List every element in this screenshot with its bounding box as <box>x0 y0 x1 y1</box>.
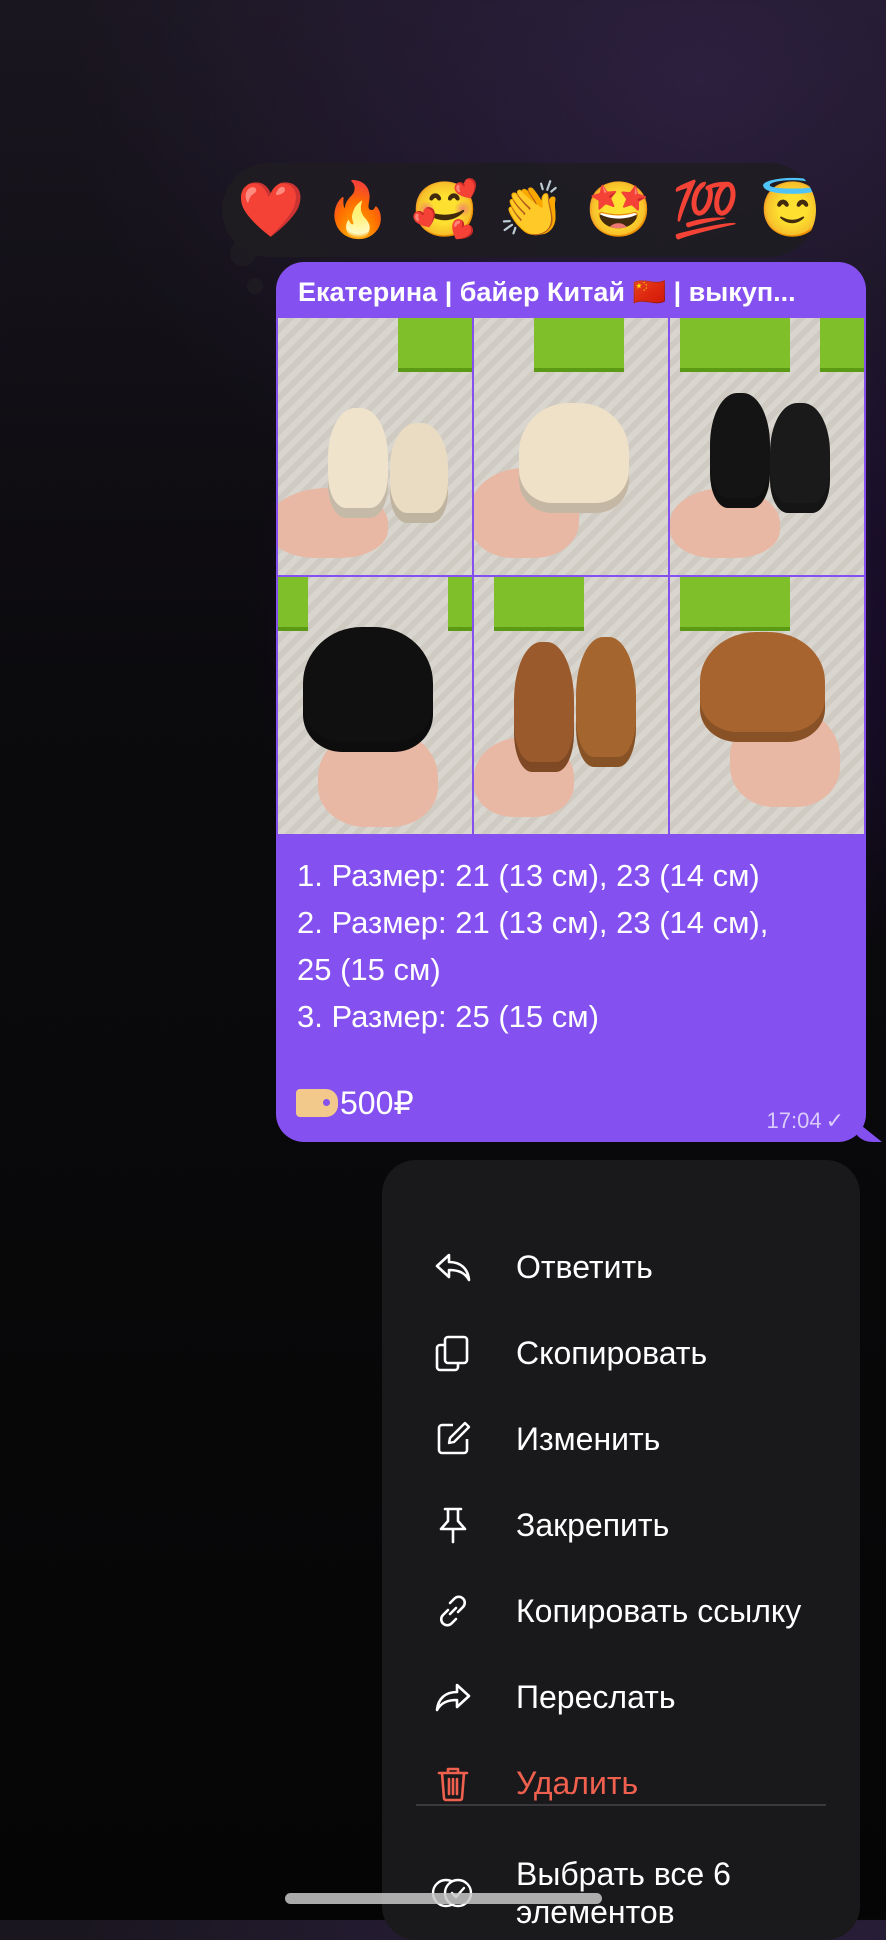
reaction-clap[interactable]: 👏 <box>497 175 567 245</box>
sender-name[interactable]: Екатерина | байер Китай 🇨🇳 | выкуп... <box>298 276 848 308</box>
photo-album <box>278 318 864 838</box>
photo-4[interactable] <box>278 577 472 834</box>
reaction-heart[interactable]: ❤️ <box>236 175 306 245</box>
reply-icon <box>430 1244 476 1290</box>
pin-icon <box>430 1502 476 1548</box>
reaction-bar: ❤️ 🔥 🥰 👏 🤩 💯 😇 <box>222 163 816 257</box>
reaction-fire[interactable]: 🔥 <box>323 175 393 245</box>
copy-icon <box>430 1330 476 1376</box>
menu-edit-label: Изменить <box>516 1420 661 1457</box>
menu-divider <box>416 1804 826 1806</box>
menu-reply[interactable]: Ответить <box>382 1224 860 1310</box>
photo-2[interactable] <box>474 318 668 575</box>
reaction-smiling-hearts[interactable]: 🥰 <box>410 175 480 245</box>
reaction-bar-tail-small <box>247 278 263 294</box>
photo-1[interactable] <box>278 318 472 575</box>
reaction-star-struck[interactable]: 🤩 <box>584 175 654 245</box>
menu-forward-label: Переслать <box>516 1678 676 1715</box>
home-indicator <box>285 1893 602 1904</box>
price: 500₽ <box>296 1084 414 1122</box>
context-menu: Ответить Скопировать Изменить Закрепить … <box>382 1160 860 1940</box>
message-caption: 1. Размер: 21 (13 см), 23 (14 см) 2. Раз… <box>297 852 852 1040</box>
menu-copy[interactable]: Скопировать <box>382 1310 860 1396</box>
caption-line-1: 1. Размер: 21 (13 см), 23 (14 см) <box>297 858 760 893</box>
menu-forward[interactable]: Переслать <box>382 1654 860 1740</box>
caption-line-3: 3. Размер: 25 (15 см) <box>297 999 599 1034</box>
menu-copy-link[interactable]: Копировать ссылку <box>382 1568 860 1654</box>
menu-pin[interactable]: Закрепить <box>382 1482 860 1568</box>
menu-reply-label: Ответить <box>516 1248 653 1285</box>
trash-icon <box>430 1760 476 1806</box>
price-tag-icon <box>296 1089 338 1117</box>
caption-line-2: 2. Размер: 21 (13 см), 23 (14 см), 25 (1… <box>297 905 769 987</box>
reaction-hundred[interactable]: 💯 <box>671 175 741 245</box>
photo-5[interactable] <box>474 577 668 834</box>
menu-delete-label: Удалить <box>516 1764 639 1801</box>
reaction-halo[interactable]: 😇 <box>758 175 816 245</box>
message-time: 17:04 ✓ <box>767 1108 845 1134</box>
photo-6[interactable] <box>670 577 864 834</box>
single-check-icon: ✓ <box>825 1108 844 1133</box>
edit-icon <box>430 1416 476 1462</box>
menu-copy-link-label: Копировать ссылку <box>516 1592 802 1629</box>
menu-delete[interactable]: Удалить <box>382 1740 860 1826</box>
photo-3[interactable] <box>670 318 864 575</box>
link-icon <box>430 1588 476 1634</box>
reaction-bar-tail <box>230 240 256 266</box>
menu-pin-label: Закрепить <box>516 1506 670 1543</box>
menu-edit[interactable]: Изменить <box>382 1396 860 1482</box>
message-bubble[interactable]: Екатерина | байер Китай 🇨🇳 | выкуп... 1.… <box>276 262 866 1142</box>
menu-copy-label: Скопировать <box>516 1334 708 1371</box>
time-label: 17:04 <box>766 1108 822 1133</box>
price-value: 500₽ <box>340 1085 414 1121</box>
forward-icon <box>430 1674 476 1720</box>
